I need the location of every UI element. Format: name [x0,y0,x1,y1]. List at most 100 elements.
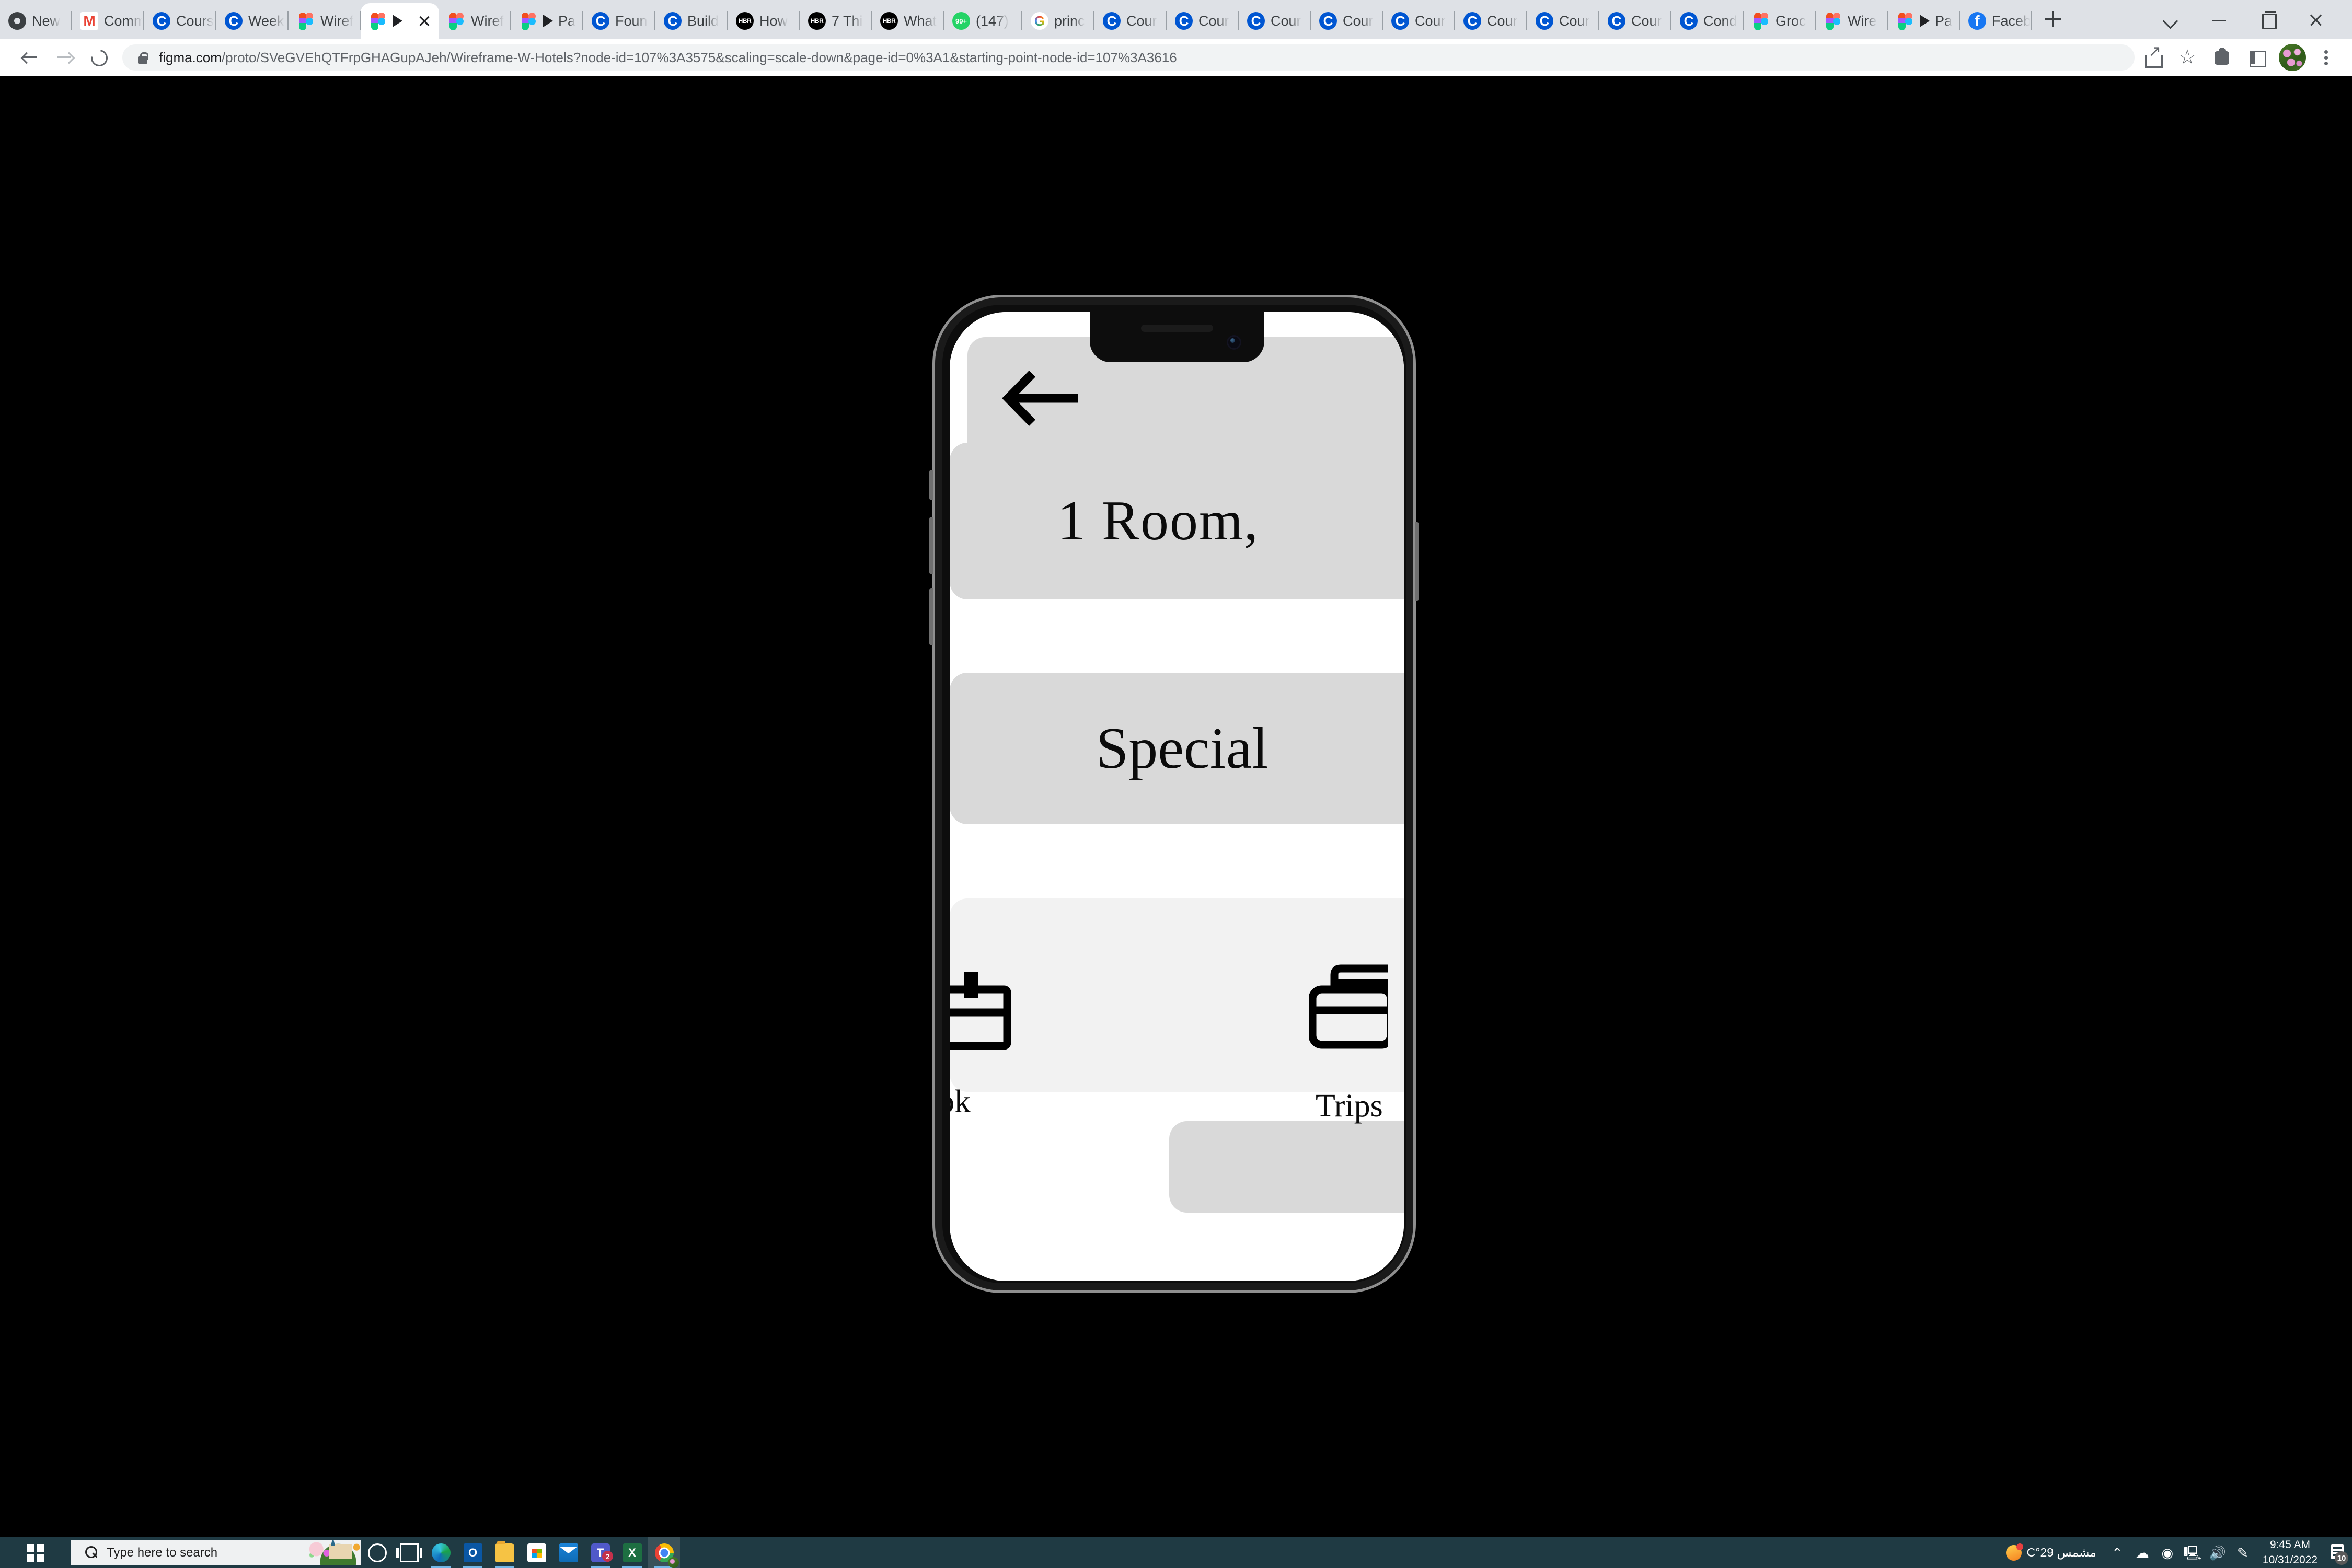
browser-tab[interactable] [361,3,439,39]
forward-icon[interactable] [46,40,80,75]
figma-prototype-viewport[interactable]: 1 Room, Special ok Trips [0,76,2352,1537]
browser-tab[interactable]: Cour [1527,3,1599,39]
start-button[interactable] [0,1537,71,1568]
browser-tab[interactable]: princ [1022,3,1094,39]
nav-label-book[interactable]: ok [950,1083,971,1121]
browser-tab[interactable]: Pa [1888,3,1960,39]
browser-tab[interactable]: Cour [1455,3,1527,39]
browser-tab[interactable]: Cour [1599,3,1671,39]
browser-tab[interactable]: Cour [1094,3,1167,39]
browser-tab[interactable]: Build [655,3,728,39]
prototype-play-icon [543,15,553,27]
bookmark-star-icon[interactable] [2171,41,2204,74]
browser-tab[interactable]: Wiref [439,3,511,39]
browser-tab[interactable]: Pa [511,3,583,39]
browser-tab[interactable]: Wiref [289,3,361,39]
edge-icon[interactable] [425,1537,457,1568]
network-icon[interactable]: 🖳 [2180,1537,2205,1568]
browser-tab[interactable]: Cour [1167,3,1239,39]
tab-label: Cond [1703,13,1737,29]
onedrive-icon[interactable]: ☁ [2130,1537,2155,1568]
coursera-icon [1175,12,1193,30]
tab-search-chevron-icon[interactable] [2147,0,2195,39]
volume-down-button[interactable] [929,588,933,645]
sidebar-icon[interactable] [2240,41,2273,74]
tab-label: Groc [1775,13,1806,29]
coursera-icon [1247,12,1265,30]
browser-tab[interactable]: Foun [583,3,655,39]
coursera-icon [664,12,682,30]
nav-label-trips[interactable]: Trips [1316,1088,1383,1125]
briefcase-icon[interactable] [950,964,1013,1053]
maximize-icon[interactable] [2243,0,2291,39]
figma-icon [1752,12,1770,30]
minimize-icon[interactable] [2195,0,2243,39]
sun-icon [2005,1543,2023,1561]
tab-label: Cour [1126,13,1157,29]
address-bar[interactable]: figma.com/proto/SVeGVEhQTFrpGHAGupAJeh/W… [122,44,2135,71]
close-icon[interactable] [2291,0,2339,39]
new-tab-button[interactable] [2037,4,2069,35]
bottom-card [1169,1121,1404,1213]
three-dot-menu-icon[interactable] [2311,41,2341,74]
mail-icon[interactable] [552,1537,584,1568]
pen-icon[interactable]: ✎ [2230,1537,2255,1568]
browser-tab[interactable]: How [728,3,800,39]
browser-tab[interactable]: 7 Thi [800,3,872,39]
reload-icon[interactable] [80,40,115,75]
browser-tab[interactable]: Cour [1383,3,1455,39]
phone-screen[interactable]: 1 Room, Special ok Trips [950,312,1404,1281]
tab-strip: New Comm Cours Week Wiref Wiref Pa Foun Build How… [0,0,2352,39]
browser-tab[interactable]: New [0,3,72,39]
volume-up-button[interactable] [929,517,933,574]
task-view-icon[interactable] [393,1537,425,1568]
back-icon[interactable] [11,40,46,75]
browser-tab[interactable]: Cond [1671,3,1744,39]
browser-tab[interactable]: (147) [944,3,1022,39]
phone-mockup: 1 Room, Special ok Trips [929,295,1419,1293]
browser-tab[interactable]: What [872,3,944,39]
volume-icon[interactable]: 🔊 [2205,1537,2230,1568]
tab-label: Cour [1631,13,1662,29]
tab-label: Cour [1271,13,1301,29]
search-input[interactable]: Type here to search [71,1540,361,1565]
file-explorer-icon[interactable] [489,1537,521,1568]
show-hidden-icons-chevron[interactable]: ⌃ [2105,1537,2130,1568]
browser-tab[interactable]: Wire [1816,3,1888,39]
skype-icon[interactable]: ◉ [2155,1537,2180,1568]
extensions-puzzle-icon[interactable] [2206,41,2238,74]
clock[interactable]: 9:45 AM 10/31/2022 [2255,1538,2325,1567]
browser-tab[interactable]: Comm [72,3,144,39]
tab-label: Wiref [471,13,504,29]
back-arrow-icon[interactable] [1002,370,1079,427]
windows-logo [27,1543,44,1562]
outlook-icon[interactable] [457,1537,489,1568]
chrome-icon[interactable] [648,1537,680,1568]
cortana-icon[interactable] [361,1537,393,1568]
system-tray: مشمس 29°C ⌃ ☁ ◉ 🖳 🔊 ✎ 9:45 AM 10/31/2022… [2002,1537,2352,1568]
profile-avatar[interactable] [2279,44,2306,71]
tab-label: Cours [176,13,214,29]
browser-tab[interactable]: Cours [144,3,216,39]
browser-tab[interactable]: Cour [1239,3,1311,39]
microsoft-store-icon[interactable] [521,1537,552,1568]
share-icon[interactable] [2137,41,2169,74]
excel-icon[interactable] [616,1537,648,1568]
coursera-icon [225,12,243,30]
url-domain: figma.com [159,49,222,65]
briefcase-icon[interactable] [1309,962,1388,1051]
browser-tab[interactable]: Cour [1311,3,1383,39]
tab-close-icon[interactable] [413,9,436,32]
browser-tab[interactable]: Faceb [1960,3,2032,39]
browser-tab[interactable]: Groc [1744,3,1816,39]
figma-icon [369,12,387,30]
tab-label: Cour [1559,13,1590,29]
notification-center-icon[interactable]: 10 [2325,1537,2349,1568]
coursera-icon [1608,12,1625,30]
weather-widget[interactable]: مشمس 29°C [2002,1543,2105,1561]
teams-icon[interactable]: 2 [584,1537,616,1568]
browser-tab[interactable]: Week [216,3,289,39]
gmail-icon [80,12,98,30]
tab-label: Cour [1343,13,1374,29]
lock-icon [136,51,149,64]
